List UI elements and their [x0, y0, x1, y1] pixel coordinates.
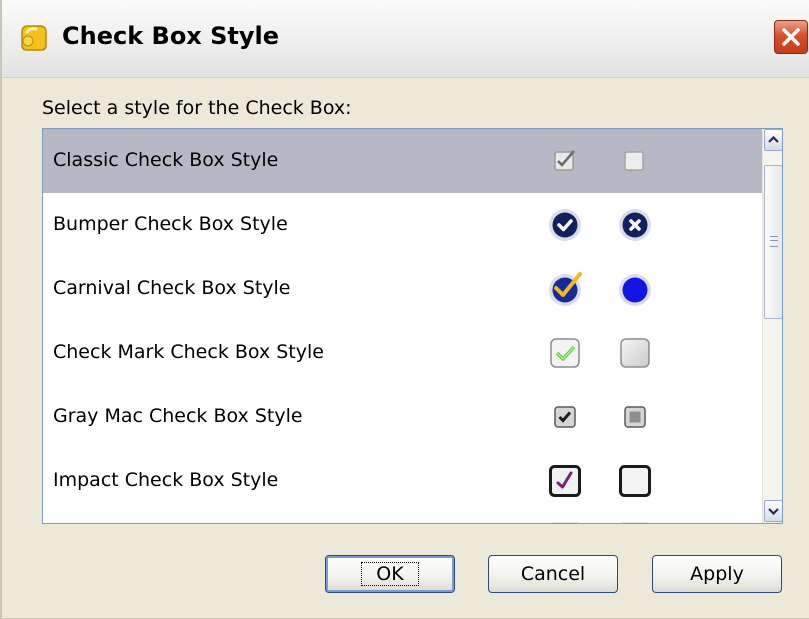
list-item-check-mark[interactable]: Check Mark Check Box Style [43, 321, 763, 385]
list-item-label: Gray Mac Check Box Style [53, 405, 303, 427]
dialog-title: Check Box Style [62, 22, 280, 50]
classic-checked-icon [554, 150, 575, 171]
ok-button[interactable]: OK [325, 555, 455, 593]
partial-unchecked-icon [620, 522, 650, 523]
carnival-unchecked-icon [619, 274, 651, 306]
scroll-up-icon [768, 135, 779, 143]
list-item-carnival[interactable]: Carnival Check Box Style [43, 257, 763, 321]
list-item-label: Carnival Check Box Style [53, 277, 291, 299]
impact-unchecked-icon [619, 465, 651, 497]
scroll-up-button[interactable] [764, 129, 782, 151]
list-item-partial[interactable] [43, 513, 763, 523]
list-item-label: Classic Check Box Style [53, 149, 279, 171]
list-item-classic[interactable]: Classic Check Box Style [43, 129, 763, 193]
list-item-label: Impact Check Box Style [53, 469, 279, 491]
ok-button-label: OK [361, 562, 419, 586]
apply-button[interactable]: Apply [652, 555, 782, 593]
style-list[interactable]: Classic Check Box Style Bumper Check Box… [42, 128, 783, 524]
vertical-scrollbar[interactable] [762, 129, 782, 523]
cancel-button[interactable]: Cancel [488, 555, 618, 593]
impact-checked-icon [549, 465, 581, 497]
check-mark-unchecked-icon [620, 338, 650, 368]
classic-unchecked-icon [624, 151, 644, 171]
bumper-unchecked-icon [619, 209, 651, 241]
bumper-checked-icon [549, 209, 581, 241]
app-icon [21, 25, 47, 51]
list-item-label: Check Mark Check Box Style [53, 341, 324, 363]
grip-icon [770, 236, 778, 247]
list-item-label: Bumper Check Box Style [53, 213, 288, 235]
scrollbar-thumb[interactable] [764, 165, 782, 319]
gray-mac-unchecked-icon [624, 406, 646, 428]
close-button[interactable] [774, 20, 808, 54]
scroll-down-button[interactable] [764, 500, 782, 522]
gray-mac-checked-icon [554, 406, 576, 428]
partial-checked-icon [550, 522, 580, 523]
check-mark-checked-icon [550, 338, 580, 368]
list-item-impact[interactable]: Impact Check Box Style [43, 449, 763, 513]
dialog-window: Check Box Style Select a style for the C… [0, 0, 809, 619]
list-item-gray-mac[interactable]: Gray Mac Check Box Style [43, 385, 763, 449]
title-bar[interactable]: Check Box Style [2, 0, 809, 78]
prompt-label: Select a style for the Check Box: [42, 97, 352, 119]
list-item-bumper[interactable]: Bumper Check Box Style [43, 193, 763, 257]
close-icon [782, 28, 800, 46]
scroll-down-icon [768, 508, 779, 516]
carnival-checked-icon [549, 272, 582, 306]
